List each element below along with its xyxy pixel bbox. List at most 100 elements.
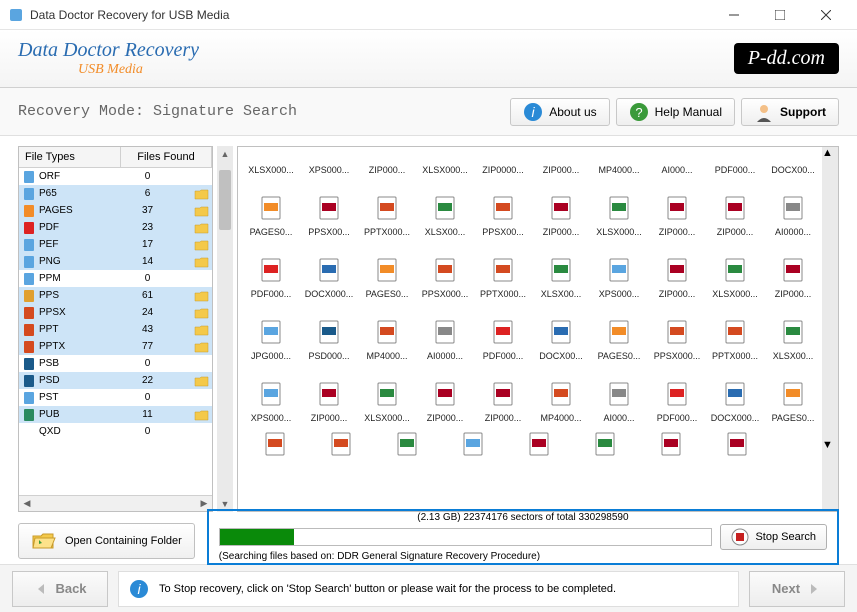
- file-item[interactable]: ZIP000...: [706, 179, 764, 241]
- col-file-types[interactable]: File Types: [19, 147, 121, 167]
- file-item[interactable]: PSD000...: [300, 303, 358, 365]
- scroll-left-icon[interactable]: ◀: [19, 496, 35, 512]
- file-item[interactable]: PAGES0...: [242, 179, 300, 241]
- file-type-row[interactable]: ORF0: [19, 168, 212, 185]
- file-item[interactable]: XLSX00...: [532, 241, 590, 303]
- file-item[interactable]: PDF000...: [242, 241, 300, 303]
- file-type-row[interactable]: P656: [19, 185, 212, 202]
- scroll-up-icon[interactable]: ▲: [217, 146, 233, 162]
- file-item[interactable]: PDF000...: [706, 151, 764, 179]
- file-item[interactable]: [506, 427, 572, 467]
- file-item[interactable]: XLSX000...: [242, 151, 300, 179]
- file-type-row[interactable]: PUB11: [19, 406, 212, 423]
- file-item[interactable]: PPSX00...: [474, 179, 532, 241]
- file-item[interactable]: XPS000...: [242, 365, 300, 427]
- file-type-row[interactable]: PPS61: [19, 287, 212, 304]
- file-item[interactable]: DOCX00...: [764, 151, 822, 179]
- file-icon: [262, 431, 288, 457]
- file-item[interactable]: DOCX00...: [532, 303, 590, 365]
- file-type-row[interactable]: PSD22: [19, 372, 212, 389]
- file-item[interactable]: ZIP000...: [416, 365, 474, 427]
- file-item[interactable]: ZIP000...: [532, 179, 590, 241]
- scroll-track[interactable]: [217, 162, 233, 496]
- file-item[interactable]: PPTX000...: [474, 241, 532, 303]
- file-item[interactable]: AI0000...: [764, 179, 822, 241]
- file-item[interactable]: ZIP000...: [532, 151, 590, 179]
- file-type-row[interactable]: PNG14: [19, 253, 212, 270]
- file-item[interactable]: MP4000...: [590, 151, 648, 179]
- about-us-button[interactable]: i About us: [510, 98, 609, 126]
- file-item[interactable]: JPG000...: [242, 303, 300, 365]
- support-button[interactable]: Support: [741, 98, 839, 126]
- file-item[interactable]: XPS000...: [300, 151, 358, 179]
- file-item[interactable]: XLSX000...: [706, 241, 764, 303]
- file-item[interactable]: ZIP000...: [358, 151, 416, 179]
- scroll-down-icon[interactable]: ▼: [822, 439, 838, 451]
- file-type-row[interactable]: PEF17: [19, 236, 212, 253]
- file-item[interactable]: [704, 427, 770, 467]
- file-type-row[interactable]: PPTX77: [19, 338, 212, 355]
- file-item[interactable]: AI000...: [590, 365, 648, 427]
- file-item[interactable]: PPSX00...: [300, 179, 358, 241]
- file-item[interactable]: [638, 427, 704, 467]
- scroll-thumb[interactable]: [822, 159, 838, 439]
- file-item[interactable]: ZIP000...: [474, 365, 532, 427]
- file-item[interactable]: XPS000...: [590, 241, 648, 303]
- file-item[interactable]: PPTX000...: [706, 303, 764, 365]
- file-item[interactable]: ZIP000...: [300, 365, 358, 427]
- file-item[interactable]: PPSX000...: [648, 303, 706, 365]
- file-item[interactable]: PAGES0...: [764, 365, 822, 427]
- file-item[interactable]: XLSX00...: [416, 179, 474, 241]
- file-type-row[interactable]: PPT43: [19, 321, 212, 338]
- file-type-row[interactable]: PST0: [19, 389, 212, 406]
- close-button[interactable]: [803, 0, 849, 30]
- file-item[interactable]: [374, 427, 440, 467]
- file-item[interactable]: PAGES0...: [358, 241, 416, 303]
- file-item[interactable]: XLSX000...: [416, 151, 474, 179]
- file-item[interactable]: DOCX000...: [706, 365, 764, 427]
- file-item[interactable]: DOCX000...: [300, 241, 358, 303]
- file-item[interactable]: ZIP000...: [648, 179, 706, 241]
- minimize-button[interactable]: [711, 0, 757, 30]
- file-type-row[interactable]: PPM0: [19, 270, 212, 287]
- file-item[interactable]: ZIP000...: [648, 241, 706, 303]
- file-item[interactable]: ZIP000...: [764, 241, 822, 303]
- file-item[interactable]: MP4000...: [358, 303, 416, 365]
- scroll-track[interactable]: [822, 159, 838, 439]
- file-grid[interactable]: XLSX000...XPS000...ZIP000...XLSX000...ZI…: [238, 147, 822, 511]
- file-item[interactable]: PDF000...: [648, 365, 706, 427]
- file-type-row[interactable]: QXD0: [19, 423, 212, 440]
- file-types-list[interactable]: ORF0P656PAGES37PDF23PEF17PNG14PPM0PPS61P…: [19, 168, 212, 495]
- file-item[interactable]: PPTX000...: [358, 179, 416, 241]
- h-scrollbar[interactable]: ◀ ▶: [19, 495, 212, 511]
- file-item[interactable]: XLSX000...: [358, 365, 416, 427]
- open-containing-folder-button[interactable]: Open Containing Folder: [18, 523, 195, 559]
- panel-scrollbar[interactable]: ▲ ▼: [217, 146, 233, 512]
- back-button[interactable]: Back: [12, 571, 108, 607]
- file-item[interactable]: PPSX000...: [416, 241, 474, 303]
- scroll-thumb[interactable]: [219, 170, 231, 230]
- file-item[interactable]: XLSX000...: [590, 179, 648, 241]
- help-manual-button[interactable]: ? Help Manual: [616, 98, 735, 126]
- file-item[interactable]: [242, 427, 308, 467]
- col-files-found[interactable]: Files Found: [121, 147, 212, 167]
- file-item[interactable]: MP4000...: [532, 365, 590, 427]
- file-type-row[interactable]: PAGES37: [19, 202, 212, 219]
- stop-search-button[interactable]: Stop Search: [720, 524, 827, 550]
- file-item[interactable]: [572, 427, 638, 467]
- file-item[interactable]: PAGES0...: [590, 303, 648, 365]
- file-item[interactable]: PDF000...: [474, 303, 532, 365]
- file-item[interactable]: AI000...: [648, 151, 706, 179]
- file-item[interactable]: [440, 427, 506, 467]
- file-type-row[interactable]: PSB0: [19, 355, 212, 372]
- file-type-row[interactable]: PDF23: [19, 219, 212, 236]
- file-type-row[interactable]: PPSX24: [19, 304, 212, 321]
- grid-v-scrollbar[interactable]: ▲ ▼: [822, 147, 838, 511]
- next-button[interactable]: Next: [749, 571, 845, 607]
- file-item[interactable]: AI0000...: [416, 303, 474, 365]
- file-item[interactable]: [308, 427, 374, 467]
- maximize-button[interactable]: [757, 0, 803, 30]
- file-item[interactable]: ZIP0000...: [474, 151, 532, 179]
- scroll-up-icon[interactable]: ▲: [822, 147, 838, 159]
- file-item[interactable]: XLSX00...: [764, 303, 822, 365]
